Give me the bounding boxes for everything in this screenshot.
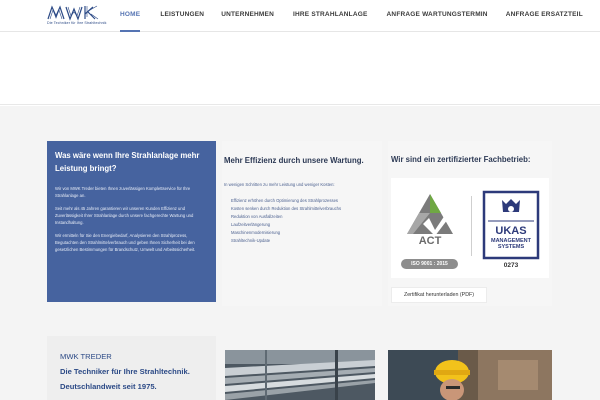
treder-name: MWK TREDER — [60, 352, 112, 361]
efficiency-list: Effizienz erhöhen durch Optimierung des … — [231, 197, 381, 245]
machine-photo — [225, 350, 375, 400]
intro-paragraph: Seit mehr als 45 Jahren garantieren wir … — [55, 206, 194, 225]
list-item: Effizienz erhöhen durch Optimierung des … — [231, 198, 338, 203]
efficiency-title: Mehr Effizienz durch unsere Wartung. — [224, 156, 364, 165]
site-header: Die Techniker für Ihre Strahltechnik HOM… — [0, 0, 600, 32]
worker-photo — [388, 350, 552, 400]
treder-banner: MWK TREDER Die Techniker für Ihre Strahl… — [47, 336, 216, 400]
efficiency-intro: In wenigen Schritten zu mehr Leistung un… — [224, 182, 335, 187]
nav-ihre-strahlanlage[interactable]: IHRE STRAHLANLAGE — [293, 0, 368, 32]
list-item: Laufzeitverlängerung — [231, 222, 271, 227]
treder-tagline: Die Techniker für Ihre Strahltechnik. — [60, 367, 190, 376]
intro-paragraph: Wir von MWK Treder bieten Ihnen zuverläs… — [55, 186, 191, 198]
ukas-logo-icon: UKAS MANAGEMENT SYSTEMS 0273 — [482, 190, 540, 269]
list-item: Kosten senken durch Reduktion des Strahl… — [231, 206, 342, 211]
logo-tagline: Die Techniker für Ihre Strahltechnik — [47, 21, 107, 25]
act-label: ACT — [419, 235, 442, 246]
treder-since: Deutschlandweit seit 1975. — [60, 382, 157, 391]
nav-anfrage-wartungstermin[interactable]: ANFRAGE WARTUNGSTERMIN — [387, 0, 488, 32]
main-nav: HOME LEISTUNGEN UNTERNEHMEN IHRE STRAHLA… — [110, 0, 583, 32]
certification-title: Wir sind ein zertifizierter Fachbetrieb: — [391, 155, 531, 164]
list-item: Reduktion von Ausfallzeiten — [231, 214, 283, 219]
logo-mark-icon — [47, 5, 99, 21]
nav-anfrage-ersatzteil[interactable]: ANFRAGE ERSATZTEIL — [506, 0, 583, 32]
intro-paragraph: Wir ermitteln für Sie den Energiebedarf,… — [55, 233, 196, 252]
worker-hardhat-image-icon — [388, 350, 552, 400]
efficiency-column: Mehr Effizienz durch unsere Wartung. In … — [222, 141, 382, 306]
nav-leistungen[interactable]: LEISTUNGEN — [160, 0, 204, 32]
ukas-label: UKAS — [495, 225, 526, 237]
steel-rails-image-icon — [225, 350, 375, 400]
mwk-logo[interactable]: Die Techniker für Ihre Strahltechnik — [47, 5, 107, 27]
certificate-logos: ACT UKAS MANAGEMENT SYSTEMS 0273 ISO 900… — [391, 178, 549, 278]
nav-unternehmen[interactable]: UNTERNEHMEN — [221, 0, 274, 32]
certification-column: Wir sind ein zertifizierter Fachbetrieb:… — [388, 141, 552, 306]
logo-divider — [471, 196, 472, 256]
list-item: Maschinenmodernisierung — [231, 230, 281, 235]
iso-badge: ISO 9001 : 2015 — [401, 259, 458, 269]
nav-home[interactable]: HOME — [120, 0, 141, 32]
act-certification-logo-icon: ACT — [407, 194, 453, 246]
ukas-systems-label: SYSTEMS — [498, 244, 525, 250]
intro-title: Was wäre wenn Ihre Strahlanlage mehr Lei… — [55, 151, 200, 173]
hero-band — [0, 33, 600, 105]
download-certificate-button[interactable]: Zertifikat herunterladen (PDF) — [391, 287, 487, 303]
intro-card: Was wäre wenn Ihre Strahlanlage mehr Lei… — [47, 141, 216, 302]
ukas-number: 0273 — [504, 262, 519, 269]
list-item: Strahltechnik-Update — [231, 238, 271, 243]
